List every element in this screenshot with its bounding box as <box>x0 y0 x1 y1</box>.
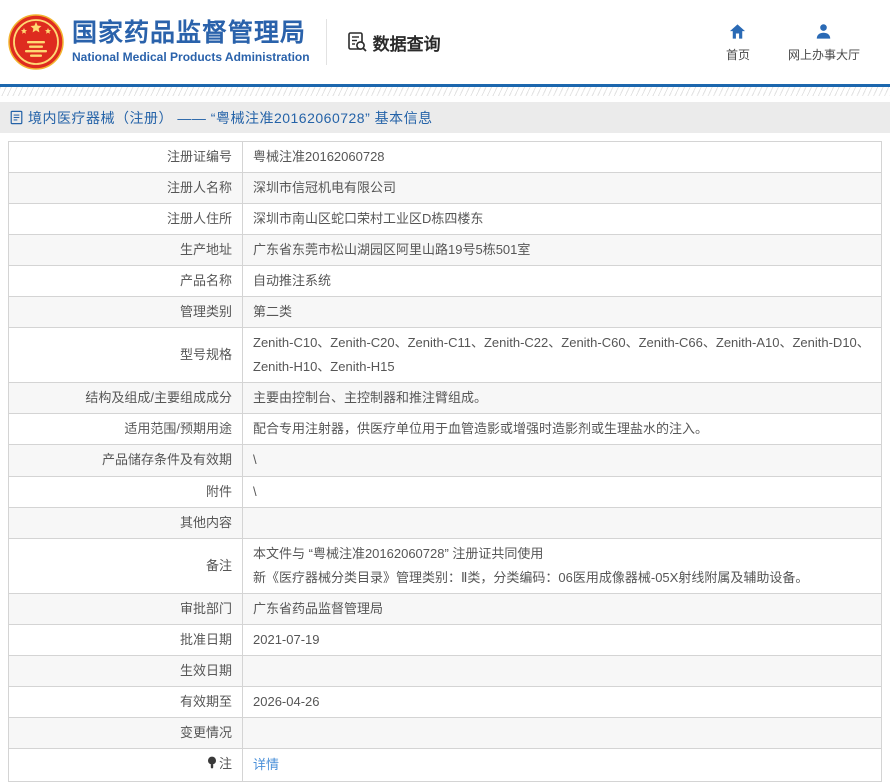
bulb-icon <box>207 754 217 778</box>
row-value: 深圳市南山区蛇口荣村工业区D栋四楼东 <box>242 203 882 236</box>
table-row: 注册证编号 粤械注准20162060728 <box>8 140 882 174</box>
row-label: 有效期至 <box>8 685 243 718</box>
row-value <box>242 654 882 687</box>
row-value: \ <box>242 475 882 508</box>
header-nav: 首页 网上办事大厅 <box>726 22 890 63</box>
header: 国家药品监督管理局 National Medical Products Admi… <box>0 0 890 84</box>
table-row: 产品名称 自动推注系统 <box>8 265 882 298</box>
page: 国家药品监督管理局 National Medical Products Admi… <box>0 0 890 782</box>
nav-item-label: 网上办事大厅 <box>787 47 860 62</box>
nav-item-service-hall[interactable]: 网上办事大厅 <box>788 22 860 63</box>
data-query-link[interactable]: 数据查询 <box>345 30 441 55</box>
row-label: 生效日期 <box>8 654 243 687</box>
table-row: 注册人名称 深圳市信冠机电有限公司 <box>8 172 882 205</box>
row-value: Zenith-C10、Zenith-C20、Zenith-C11、Zenith-… <box>242 327 882 384</box>
row-value: 粤械注准20162060728 <box>242 140 882 174</box>
data-query-label: 数据查询 <box>372 34 441 54</box>
table-row: 备注 本文件与 “粤械注准20162060728” 注册证共同使用 新《医疗器械分… <box>8 537 882 594</box>
table-wrap: 注册证编号 粤械注准20162060728 注册人名称 深圳市信冠机电有限公司 注册人住… <box>0 133 890 782</box>
table-row: 产品储存条件及有效期 \ <box>8 444 882 477</box>
person-icon <box>817 23 831 39</box>
table-row: 审批部门 广东省药品监督管理局 <box>8 592 882 625</box>
row-label: 审批部门 <box>8 592 243 625</box>
brand-block: 国家药品监督管理局 National Medical Products Admi… <box>72 18 310 65</box>
org-name-zh: 国家药品监督管理局 <box>72 18 307 47</box>
page-icon <box>10 110 23 125</box>
table-row: 注册人住所 深圳市南山区蛇口荣村工业区D栋四楼东 <box>8 203 882 236</box>
row-label: 型号规格 <box>8 327 243 384</box>
table-row: 批准日期 2021-07-19 <box>8 623 882 656</box>
row-label: 管理类别 <box>8 296 243 329</box>
row-value: 2026-04-26 <box>242 685 882 718</box>
hatch-band <box>0 87 890 96</box>
row-label: 结构及组成/主要组成成分 <box>8 382 243 415</box>
row-value: 广东省药品监督管理局 <box>242 592 882 625</box>
row-label: 注 <box>8 747 243 782</box>
table-row: 适用范围/预期用途 配合专用注射器，供医疗单位用于血管造影或增强时造影剂或生理盐水… <box>8 413 882 446</box>
row-value: \ <box>242 444 882 477</box>
info-table-body: 注册证编号 粤械注准20162060728 注册人名称 深圳市信冠机电有限公司 注册人住… <box>8 140 882 782</box>
document-search-icon <box>347 32 367 52</box>
row-label: 附件 <box>8 475 243 508</box>
table-row: 有效期至 2026-04-26 <box>8 685 882 718</box>
national-emblem-icon <box>8 14 64 70</box>
header-divider <box>325 19 327 65</box>
row-label: 批准日期 <box>8 623 243 656</box>
row-label: 生产地址 <box>8 234 243 267</box>
row-value: 深圳市信冠机电有限公司 <box>242 172 882 205</box>
row-label: 注册人名称 <box>8 172 243 205</box>
row-label: 产品名称 <box>8 265 243 298</box>
table-row: 结构及组成/主要组成成分 主要由控制台、主控制器和推注臂组成。 <box>8 382 882 415</box>
org-name-en: National Medical Products Administration <box>72 50 310 65</box>
breadcrumb: 境内医疗器械（注册） —— “粤械注准20162060728” 基本信息 <box>0 102 890 133</box>
row-label: 注册人住所 <box>8 203 243 236</box>
table-row: 生产地址 广东省东莞市松山湖园区阿里山路19号5栋501室 <box>8 234 882 267</box>
row-label: 产品储存条件及有效期 <box>8 444 243 477</box>
row-label: 注册证编号 <box>8 140 243 174</box>
table-row: 型号规格 Zenith-C10、Zenith-C20、Zenith-C11、Zen… <box>8 327 882 384</box>
table-row: 变更情况 <box>8 716 882 749</box>
table-row: 注 详情 <box>8 747 882 782</box>
row-value: 主要由控制台、主控制器和推注臂组成。 <box>242 382 882 415</box>
table-row: 管理类别 第二类 <box>8 296 882 329</box>
row-value: 广东省东莞市松山湖园区阿里山路19号5栋501室 <box>242 234 882 267</box>
registration-info-table: 注册证编号 粤械注准20162060728 注册人名称 深圳市信冠机电有限公司 注册人住… <box>8 140 882 782</box>
nav-item-home[interactable]: 首页 <box>726 22 750 63</box>
breadcrumb-text: 境内医疗器械（注册） —— “粤械注准20162060728” 基本信息 <box>28 109 433 126</box>
row-value <box>242 506 882 539</box>
row-value: 第二类 <box>242 296 882 329</box>
table-row: 附件 \ <box>8 475 882 508</box>
row-value: 配合专用注射器，供医疗单位用于血管造影或增强时造影剂或生理盐水的注入。 <box>242 413 882 446</box>
row-value: 详情 <box>242 747 882 782</box>
row-label: 其他内容 <box>8 506 243 539</box>
row-label: 适用范围/预期用途 <box>8 413 243 446</box>
home-icon <box>730 23 746 39</box>
table-row: 其他内容 <box>8 506 882 539</box>
detail-link[interactable]: 详情 <box>253 757 279 772</box>
row-value: 自动推注系统 <box>242 265 882 298</box>
row-value: 2021-07-19 <box>242 623 882 656</box>
row-value: 本文件与 “粤械注准20162060728” 注册证共同使用 新《医疗器械分类目… <box>242 537 882 594</box>
nmpa-emblem-logo[interactable] <box>8 14 64 70</box>
nav-item-label: 首页 <box>725 47 750 62</box>
row-label: 备注 <box>8 537 243 594</box>
row-label: 变更情况 <box>8 716 243 749</box>
row-label-text: 注 <box>218 755 232 771</box>
table-row: 生效日期 <box>8 654 882 687</box>
row-value <box>242 716 882 749</box>
